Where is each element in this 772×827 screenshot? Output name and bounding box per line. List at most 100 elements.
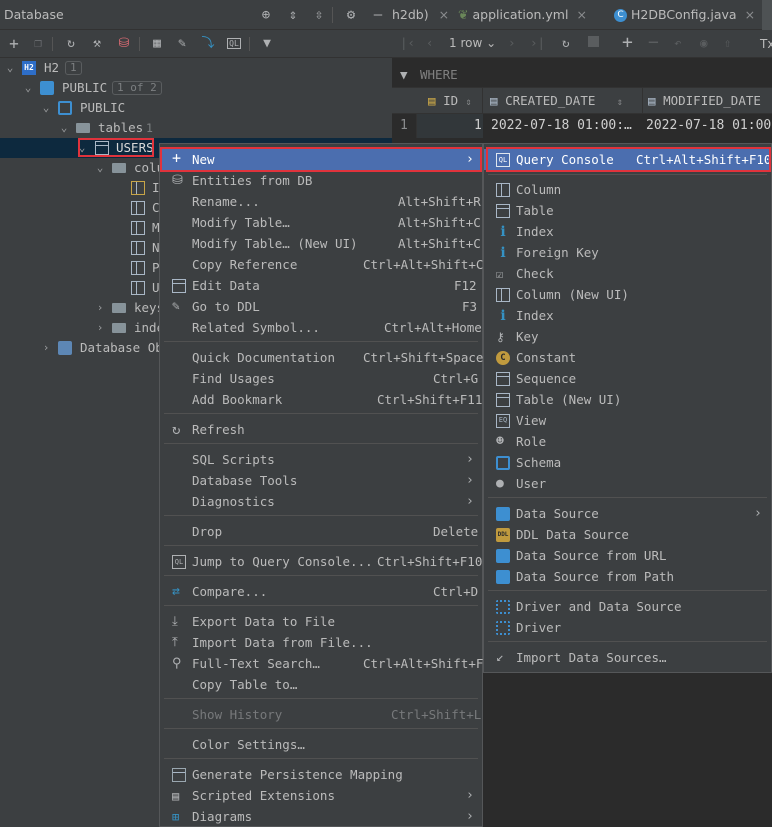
add-row-icon[interactable]: + [622, 32, 633, 53]
submenu-item-data-source-from-path[interactable]: Data Source from Path [484, 566, 771, 587]
menu-item-jump-to-query-console[interactable]: QL Jump to Query Console... Ctrl+Shift+F… [160, 551, 482, 572]
menu-item-compare[interactable]: ⇄ Compare... Ctrl+D [160, 581, 482, 602]
menu-item-diagnostics[interactable]: Diagnostics › [160, 491, 482, 512]
previous-page-icon[interactable]: ‹ [426, 35, 434, 50]
where-filter-bar[interactable]: ▼ WHERE [392, 62, 772, 88]
sort-icon[interactable]: ⇕ [617, 97, 623, 108]
close-icon[interactable]: × [439, 7, 449, 22]
last-page-icon[interactable]: ›| [530, 35, 545, 50]
menu-item-drop[interactable]: Drop Delete [160, 521, 482, 542]
table-view-icon[interactable]: ▦ [147, 33, 167, 55]
query-console-icon[interactable]: QL [224, 33, 244, 55]
cell-created-date[interactable]: 2022-07-18 01:00:… [491, 114, 632, 138]
submenu-item-constant[interactable]: C Constant [484, 347, 771, 368]
close-icon[interactable]: × [576, 7, 586, 22]
menu-item-add-bookmark[interactable]: Add Bookmark Ctrl+Shift+F11 [160, 389, 482, 410]
expand-all-icon[interactable]: ⇕ [283, 5, 303, 25]
crosshair-icon[interactable]: ⊕ [256, 5, 276, 25]
active-tab-stub[interactable] [762, 0, 772, 30]
chevron-right-icon[interactable]: › [40, 338, 52, 358]
submenu-item-index-2[interactable]: i Index [484, 305, 771, 326]
menu-item-copy-reference[interactable]: Copy Reference Ctrl+Alt+Shift+C [160, 254, 483, 275]
tx-mode-label[interactable]: Tx [760, 37, 772, 51]
submenu-item-view[interactable]: EQ View [484, 410, 771, 431]
menu-item-edit-data[interactable]: Edit Data F12 [160, 275, 482, 296]
menu-item-go-to-ddl[interactable]: ✎ Go to DDL F3 [160, 296, 482, 317]
tree-node-h2[interactable]: ⌄ H2 H2 1 [0, 58, 392, 78]
tab-application-yml[interactable]: ❦ application.yml × [458, 0, 587, 30]
submenu-item-column[interactable]: Column [484, 179, 771, 200]
delete-row-icon[interactable]: − [648, 32, 659, 53]
menu-item-sql-scripts[interactable]: SQL Scripts › [160, 449, 482, 470]
submenu-item-table-new-ui[interactable]: Table (New UI) [484, 389, 771, 410]
add-icon[interactable]: + [4, 33, 24, 55]
menu-item-quick-documentation[interactable]: Quick Documentation Ctrl+Shift+Space [160, 347, 483, 368]
minimize-icon[interactable]: — [368, 5, 388, 25]
submenu-item-index[interactable]: i Index [484, 221, 771, 242]
menu-item-modify-table-new-ui[interactable]: Modify Table… (New UI) Alt+Shift+C [160, 233, 482, 254]
jump-icon[interactable]: ⤵ [198, 33, 218, 55]
table-row[interactable]: 1 1 2022-07-18 01:00:… 2022-07-18 01:00 [392, 114, 772, 138]
submenu-item-schema[interactable]: Schema [484, 452, 771, 473]
tree-node-public-schema[interactable]: ⌄ PUBLIC [0, 98, 392, 118]
submenu-item-ddl-data-source[interactable]: DDL DDL Data Source [484, 524, 771, 545]
submenu-item-driver-and-data-source[interactable]: Driver and Data Source [484, 596, 771, 617]
preview-icon[interactable]: ◉ [700, 35, 708, 50]
gear-icon[interactable]: ⚙ [341, 5, 361, 25]
menu-item-modify-table[interactable]: Modify Table… Alt+Shift+C [160, 212, 482, 233]
chevron-down-icon[interactable]: ⌄ [94, 158, 106, 178]
schema-settings-icon[interactable]: ⚒ [87, 33, 107, 55]
menu-item-export-data-to-file[interactable]: ⤓ Export Data to File [160, 611, 482, 632]
chevron-right-icon[interactable]: › [94, 318, 106, 338]
menu-item-scripted-extensions[interactable]: ▤ Scripted Extensions › [160, 785, 482, 806]
filter-icon[interactable]: ▼ [257, 33, 277, 55]
submenu-item-column-new-ui[interactable]: Column (New UI) [484, 284, 771, 305]
tree-node-public-db[interactable]: ⌄ PUBLIC 1 of 2 [0, 78, 392, 98]
menu-item-copy-table-to[interactable]: Copy Table to… [160, 674, 482, 695]
submenu-item-import-data-sources[interactable]: ↙ Import Data Sources… [484, 647, 771, 668]
menu-item-find-usages[interactable]: Find Usages Ctrl+G [160, 368, 482, 389]
submenu-item-driver[interactable]: Driver [484, 617, 771, 638]
menu-item-related-symbol[interactable]: Related Symbol... Ctrl+Alt+Home [160, 317, 482, 338]
menu-item-entities-from-db[interactable]: ⛁ Entities from DB [160, 170, 482, 191]
cell-modified-date[interactable]: 2022-07-18 01:00 [646, 114, 771, 138]
first-page-icon[interactable]: |‹ [400, 35, 415, 50]
close-icon[interactable]: × [745, 7, 755, 22]
menu-item-show-history[interactable]: Show History Ctrl+Shift+L [160, 704, 482, 725]
menu-item-import-data-from-file[interactable]: ⤒ Import Data from File... [160, 632, 482, 653]
copy-icon[interactable]: ❐ [28, 33, 48, 55]
next-page-icon[interactable]: › [508, 35, 516, 50]
chevron-down-icon[interactable]: ⌄ [40, 98, 52, 118]
chevron-right-icon[interactable]: › [94, 298, 106, 318]
chevron-down-icon[interactable]: ⌄ [22, 78, 34, 98]
submenu-item-data-source[interactable]: Data Source › [484, 503, 771, 524]
submenu-item-foreign-key[interactable]: i Foreign Key [484, 242, 771, 263]
collapse-all-icon[interactable]: ⇳ [309, 5, 329, 25]
submit-icon[interactable]: ⇧ [724, 35, 732, 50]
submenu-item-role[interactable]: ☻ Role [484, 431, 771, 452]
tab-h2db[interactable]: h2db) × [392, 0, 449, 30]
chevron-down-icon[interactable]: ⌄ [4, 58, 16, 78]
submenu-item-key[interactable]: ⚷ Key [484, 326, 771, 347]
menu-item-color-settings[interactable]: Color Settings… [160, 734, 482, 755]
column-header-created-date[interactable]: ▤ CREATED_DATE ⇕ [490, 88, 623, 114]
submenu-item-data-source-from-url[interactable]: Data Source from URL [484, 545, 771, 566]
column-header-id[interactable]: ▤ ID ⇕ [428, 88, 472, 114]
submenu-item-table[interactable]: Table [484, 200, 771, 221]
menu-item-diagrams[interactable]: ⊞ Diagrams › [160, 806, 482, 827]
menu-item-rename[interactable]: Rename... Alt+Shift+R [160, 191, 482, 212]
row-count-selector[interactable]: 1 row ⌄ [449, 36, 496, 50]
cell-id[interactable]: 1 [474, 114, 482, 138]
edit-icon[interactable]: ✎ [172, 33, 192, 55]
refresh-icon[interactable]: ↻ [61, 33, 81, 55]
stop-icon[interactable] [588, 36, 599, 47]
submenu-item-user[interactable]: ● User [484, 473, 771, 494]
submenu-item-check[interactable]: ☑ Check [484, 263, 771, 284]
menu-item-database-tools[interactable]: Database Tools › [160, 470, 482, 491]
menu-item-full-text-search[interactable]: ⚲ Full-Text Search… Ctrl+Alt+Shift+F [160, 653, 483, 674]
tree-node-tables[interactable]: ⌄ tables 1 [0, 118, 392, 138]
column-header-modified-date[interactable]: ▤ MODIFIED_DATE [648, 88, 761, 114]
chevron-down-icon[interactable]: ⌄ [58, 118, 70, 138]
revert-icon[interactable]: ↶ [674, 35, 682, 50]
menu-item-refresh[interactable]: ↻ Refresh [160, 419, 482, 440]
